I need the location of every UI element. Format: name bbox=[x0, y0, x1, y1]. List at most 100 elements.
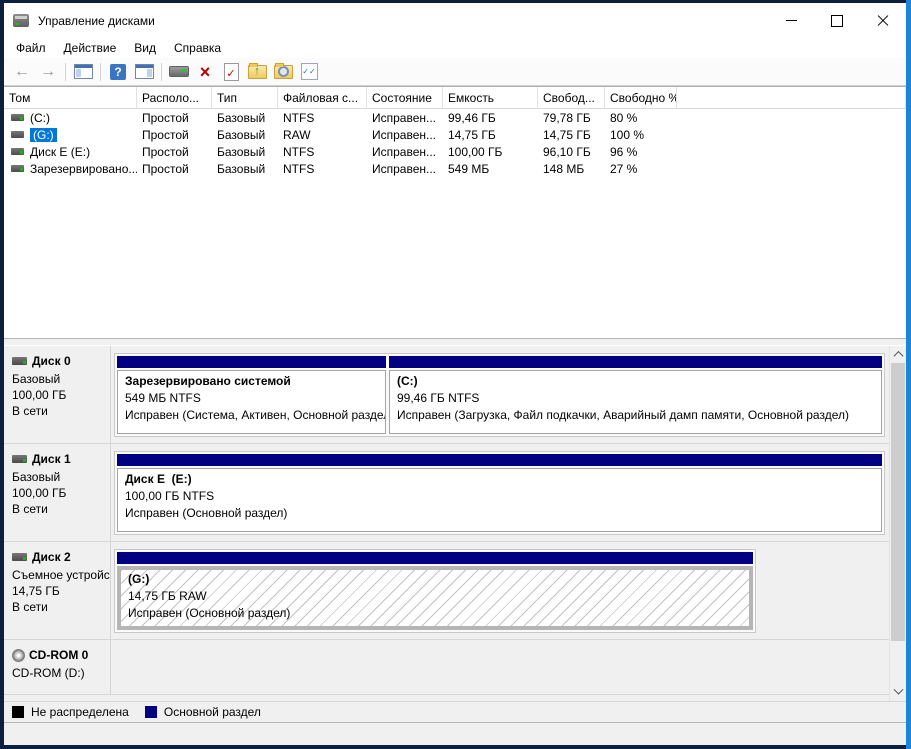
disk-type: Базовый bbox=[12, 469, 110, 485]
primary-partition-swatch bbox=[145, 706, 157, 718]
chevron-up-icon bbox=[893, 351, 903, 361]
scroll-up-button[interactable] bbox=[890, 346, 906, 363]
partition-status: Исправен (Загрузка, Файл подкачки, Авари… bbox=[397, 407, 877, 424]
scroll-down-button[interactable] bbox=[890, 684, 906, 701]
volume-row-reserved[interactable]: Зарезервировано... Простой Базовый NTFS … bbox=[4, 160, 906, 177]
menu-action[interactable]: Действие bbox=[55, 39, 126, 57]
partition-type-bar bbox=[117, 552, 753, 564]
app-icon bbox=[13, 14, 29, 27]
open-folder-icon[interactable]: ↑ bbox=[245, 61, 269, 83]
menu-file[interactable]: Файл bbox=[7, 39, 55, 57]
volume-free-pct: 27 % bbox=[605, 160, 677, 177]
partition-info: 14,75 ГБ RAW bbox=[128, 588, 745, 605]
disk-row-1: Диск 1 Базовый 100,00 ГБ В сети Диск E (… bbox=[4, 444, 906, 542]
screen: Управление дисками Файл Действие Вид Спр… bbox=[0, 0, 911, 749]
volume-status: Исправен... bbox=[367, 143, 443, 160]
volume-status: Исправен... bbox=[367, 126, 443, 143]
volume-status: Исправен... bbox=[367, 160, 443, 177]
view-options-icon[interactable]: ✓✓ bbox=[297, 61, 321, 83]
volume-row-e[interactable]: Диск E (E:) Простой Базовый NTFS Исправе… bbox=[4, 143, 906, 160]
volume-layout: Простой bbox=[137, 126, 212, 143]
check-volume-icon[interactable]: ✓ bbox=[219, 61, 243, 83]
partition-info: 99,46 ГБ NTFS bbox=[397, 390, 877, 407]
rescan-disks-icon[interactable] bbox=[167, 61, 191, 83]
disk-status: В сети bbox=[12, 599, 110, 615]
disk-icon bbox=[12, 455, 27, 463]
disk-2-graphic: (G:) 14,75 ГБ RAW Исправен (Основной раз… bbox=[111, 542, 906, 639]
volume-list-header: Том Располо... Тип Файловая с... Состоян… bbox=[4, 87, 906, 109]
graphical-view-pane: Диск 0 Базовый 100,00 ГБ В сети Зарезерв… bbox=[4, 346, 906, 701]
volume-row-g-selected[interactable]: (G:) Простой Базовый RAW Исправен... 14,… bbox=[4, 126, 906, 143]
column-header-filesystem[interactable]: Файловая с... bbox=[278, 87, 367, 108]
back-icon[interactable]: ← bbox=[10, 61, 34, 83]
column-header-volume[interactable]: Том bbox=[4, 87, 137, 108]
delete-volume-icon[interactable]: × bbox=[193, 61, 217, 83]
disk-1-label[interactable]: Диск 1 Базовый 100,00 ГБ В сети bbox=[4, 444, 111, 541]
partition-status: Исправен (Основной раздел) bbox=[128, 605, 745, 622]
disk-size: 14,75 ГБ bbox=[12, 583, 110, 599]
scrollbar-thumb[interactable] bbox=[891, 363, 905, 641]
volume-layout: Простой bbox=[137, 160, 212, 177]
partition-name: (G:) bbox=[128, 571, 745, 588]
volume-row-c[interactable]: (C:) Простой Базовый NTFS Исправен... 99… bbox=[4, 109, 906, 126]
disk-0-graphic: Зарезервировано системой 549 МБ NTFS Исп… bbox=[111, 346, 906, 443]
close-button[interactable] bbox=[860, 3, 906, 38]
volume-icon bbox=[11, 165, 24, 172]
column-header-filler bbox=[677, 87, 906, 108]
column-header-status[interactable]: Состояние bbox=[367, 87, 443, 108]
toolbar-separator bbox=[161, 63, 162, 81]
column-header-layout[interactable]: Располо... bbox=[137, 87, 212, 108]
column-header-free-pct[interactable]: Свободно % bbox=[605, 87, 677, 108]
column-header-free[interactable]: Свобод... bbox=[538, 87, 605, 108]
volume-icon bbox=[11, 131, 24, 138]
disk-1-graphic: Диск E (E:) 100,00 ГБ NTFS Исправен (Осн… bbox=[111, 444, 906, 541]
volume-name: Зарезервировано... bbox=[30, 162, 137, 176]
volume-fs: NTFS bbox=[278, 160, 367, 177]
disk-name: Диск 2 bbox=[32, 550, 71, 564]
minimize-button[interactable] bbox=[768, 3, 814, 38]
pane-splitter[interactable] bbox=[4, 338, 906, 346]
disk-row-2: Диск 2 Съемное устройство 14,75 ГБ В сет… bbox=[4, 542, 906, 640]
status-strip bbox=[4, 722, 906, 745]
partition-system-reserved[interactable]: Зарезервировано системой 549 МБ NTFS Исп… bbox=[117, 356, 386, 434]
volume-name: Диск E (E:) bbox=[30, 145, 90, 159]
explore-folder-icon[interactable] bbox=[271, 61, 295, 83]
magnifier-icon bbox=[278, 66, 289, 77]
selected-partition-body: (G:) 14,75 ГБ RAW Исправен (Основной раз… bbox=[117, 566, 753, 630]
title-bar[interactable]: Управление дисками bbox=[4, 3, 906, 38]
help-icon[interactable]: ? bbox=[106, 61, 130, 83]
vertical-scrollbar[interactable] bbox=[889, 346, 906, 701]
close-icon bbox=[877, 15, 889, 27]
partition-status: Исправен (Система, Активен, Основной раз… bbox=[125, 407, 381, 424]
column-header-capacity[interactable]: Емкость bbox=[443, 87, 538, 108]
volume-capacity: 549 МБ bbox=[443, 160, 538, 177]
disk-0-label[interactable]: Диск 0 Базовый 100,00 ГБ В сети bbox=[4, 346, 111, 443]
disk-status: В сети bbox=[12, 501, 110, 517]
volume-name: (C:) bbox=[30, 111, 50, 125]
menu-help[interactable]: Справка bbox=[165, 39, 230, 57]
volume-fs: NTFS bbox=[278, 109, 367, 126]
partition-c[interactable]: (C:) 99,46 ГБ NTFS Исправен (Загрузка, Ф… bbox=[389, 356, 882, 434]
disk-status: В сети bbox=[12, 403, 110, 419]
partition-g-selected[interactable]: (G:) 14,75 ГБ RAW Исправен (Основной раз… bbox=[117, 552, 753, 630]
console-tree-icon[interactable] bbox=[71, 61, 95, 83]
forward-icon[interactable]: → bbox=[36, 61, 60, 83]
legend-label: Не распределена bbox=[31, 705, 129, 719]
partition-name: Зарезервировано системой bbox=[125, 373, 381, 390]
action-pane-icon[interactable] bbox=[132, 61, 156, 83]
minimize-icon bbox=[786, 20, 797, 21]
disk-2-label[interactable]: Диск 2 Съемное устройство 14,75 ГБ В сет… bbox=[4, 542, 111, 639]
forward-arrow-glyph: → bbox=[40, 64, 56, 80]
column-header-type[interactable]: Тип bbox=[212, 87, 278, 108]
partition-e[interactable]: Диск E (E:) 100,00 ГБ NTFS Исправен (Осн… bbox=[117, 454, 882, 532]
toolbar: ← → ? × ✓ ↑ ✓✓ bbox=[4, 58, 906, 86]
maximize-button[interactable] bbox=[814, 3, 860, 38]
legend-bar: Не распределена Основной раздел bbox=[4, 701, 906, 722]
volume-free-pct: 100 % bbox=[605, 126, 677, 143]
menu-view[interactable]: Вид bbox=[125, 39, 165, 57]
disk-type: CD-ROM (D:) bbox=[12, 665, 110, 681]
cdrom-label[interactable]: CD-ROM 0 CD-ROM (D:) bbox=[4, 640, 111, 694]
disk-icon bbox=[12, 553, 27, 561]
disk-type: Базовый bbox=[12, 371, 110, 387]
legend-label: Основной раздел bbox=[164, 705, 261, 719]
